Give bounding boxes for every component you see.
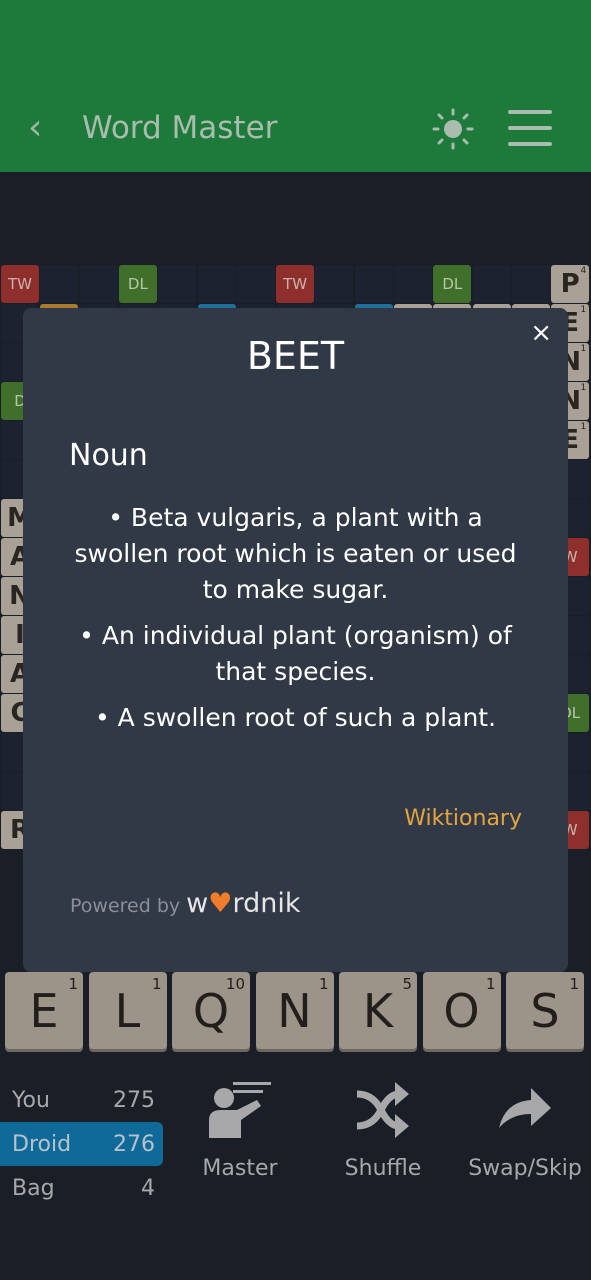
board-cell[interactable] <box>158 265 197 303</box>
premium-square[interactable]: TW <box>1 265 39 303</box>
master-button[interactable]: Master <box>198 1080 282 1181</box>
premium-square[interactable]: TW <box>276 265 315 303</box>
dialog-word: BEET <box>246 334 345 378</box>
board-cell[interactable] <box>197 265 236 303</box>
board-cell[interactable] <box>40 265 79 303</box>
swap-skip-button[interactable]: Swap/Skip <box>460 1080 590 1181</box>
board-cell[interactable] <box>315 265 354 303</box>
bag-count-row: Bag 4 <box>12 1175 155 1201</box>
rack-tile[interactable]: Q 10 <box>172 972 250 1049</box>
definition-item: • A swollen root of such a plant. <box>94 703 497 732</box>
board-cell[interactable] <box>79 265 118 303</box>
premium-square[interactable]: DL <box>118 265 157 303</box>
rack-tile[interactable]: K5 <box>339 972 417 1049</box>
board-cell[interactable] <box>354 265 393 303</box>
score-row-you: You 275 <box>12 1087 155 1113</box>
rack-tile[interactable]: O1 <box>422 972 501 1049</box>
board-cell[interactable] <box>394 265 432 303</box>
forward-arrow-icon <box>499 1088 551 1128</box>
definition-item: • An individual plant (organism) of that… <box>79 621 512 686</box>
rack-tile[interactable]: L1 <box>88 972 167 1049</box>
tile-rack: E 1 L 1 Q 10 N 1 K 5 O 1 S 1 <box>5 972 587 1050</box>
source-link[interactable]: Wiktionary <box>404 806 522 831</box>
sun-icon[interactable] <box>432 108 474 150</box>
page-title: Word Master <box>82 110 278 146</box>
part-of-speech: Noun <box>69 438 148 473</box>
board-tile[interactable]: P4 <box>551 265 590 303</box>
shuffle-label: Shuffle <box>344 1156 422 1181</box>
rack-tile[interactable]: N1 <box>255 972 334 1049</box>
heart-icon: ♥ <box>208 888 233 919</box>
scoreboard: You 275 Droid 276 Bag 4 <box>0 1078 163 1210</box>
shuffle-button[interactable]: Shuffle <box>338 1080 428 1181</box>
powered-by-label: Powered by <box>70 895 181 917</box>
shuffle-icon <box>356 1082 409 1138</box>
premium-square[interactable]: DL <box>433 265 472 303</box>
definition-dialog: × BEET Noun • Beta vulgaris, a plant wit… <box>23 308 568 972</box>
app-header: ‹ Word Master <box>0 0 591 172</box>
board-cell[interactable] <box>511 265 550 303</box>
definitions-list: • Beta vulgaris, a plant with a swollen … <box>63 500 528 746</box>
master-hint-icon <box>209 1082 271 1138</box>
hamburger-menu-icon[interactable] <box>508 110 552 146</box>
wordnik-attribution[interactable]: Powered by w♥rdnik <box>70 888 301 919</box>
definition-item: • Beta vulgaris, a plant with a swollen … <box>74 503 517 604</box>
master-label: Master <box>202 1156 278 1181</box>
rack-tile[interactable]: S1 <box>506 972 584 1049</box>
wordnik-logo: w♥rdnik <box>186 888 301 919</box>
rack-tile[interactable]: E1 <box>5 972 83 1049</box>
board-cell[interactable] <box>472 265 511 303</box>
score-row-droid: Droid 276 <box>0 1122 163 1166</box>
back-chevron-icon[interactable]: ‹ <box>28 108 42 148</box>
board-cell[interactable] <box>236 265 275 303</box>
swap-skip-label: Swap/Skip <box>468 1156 582 1181</box>
